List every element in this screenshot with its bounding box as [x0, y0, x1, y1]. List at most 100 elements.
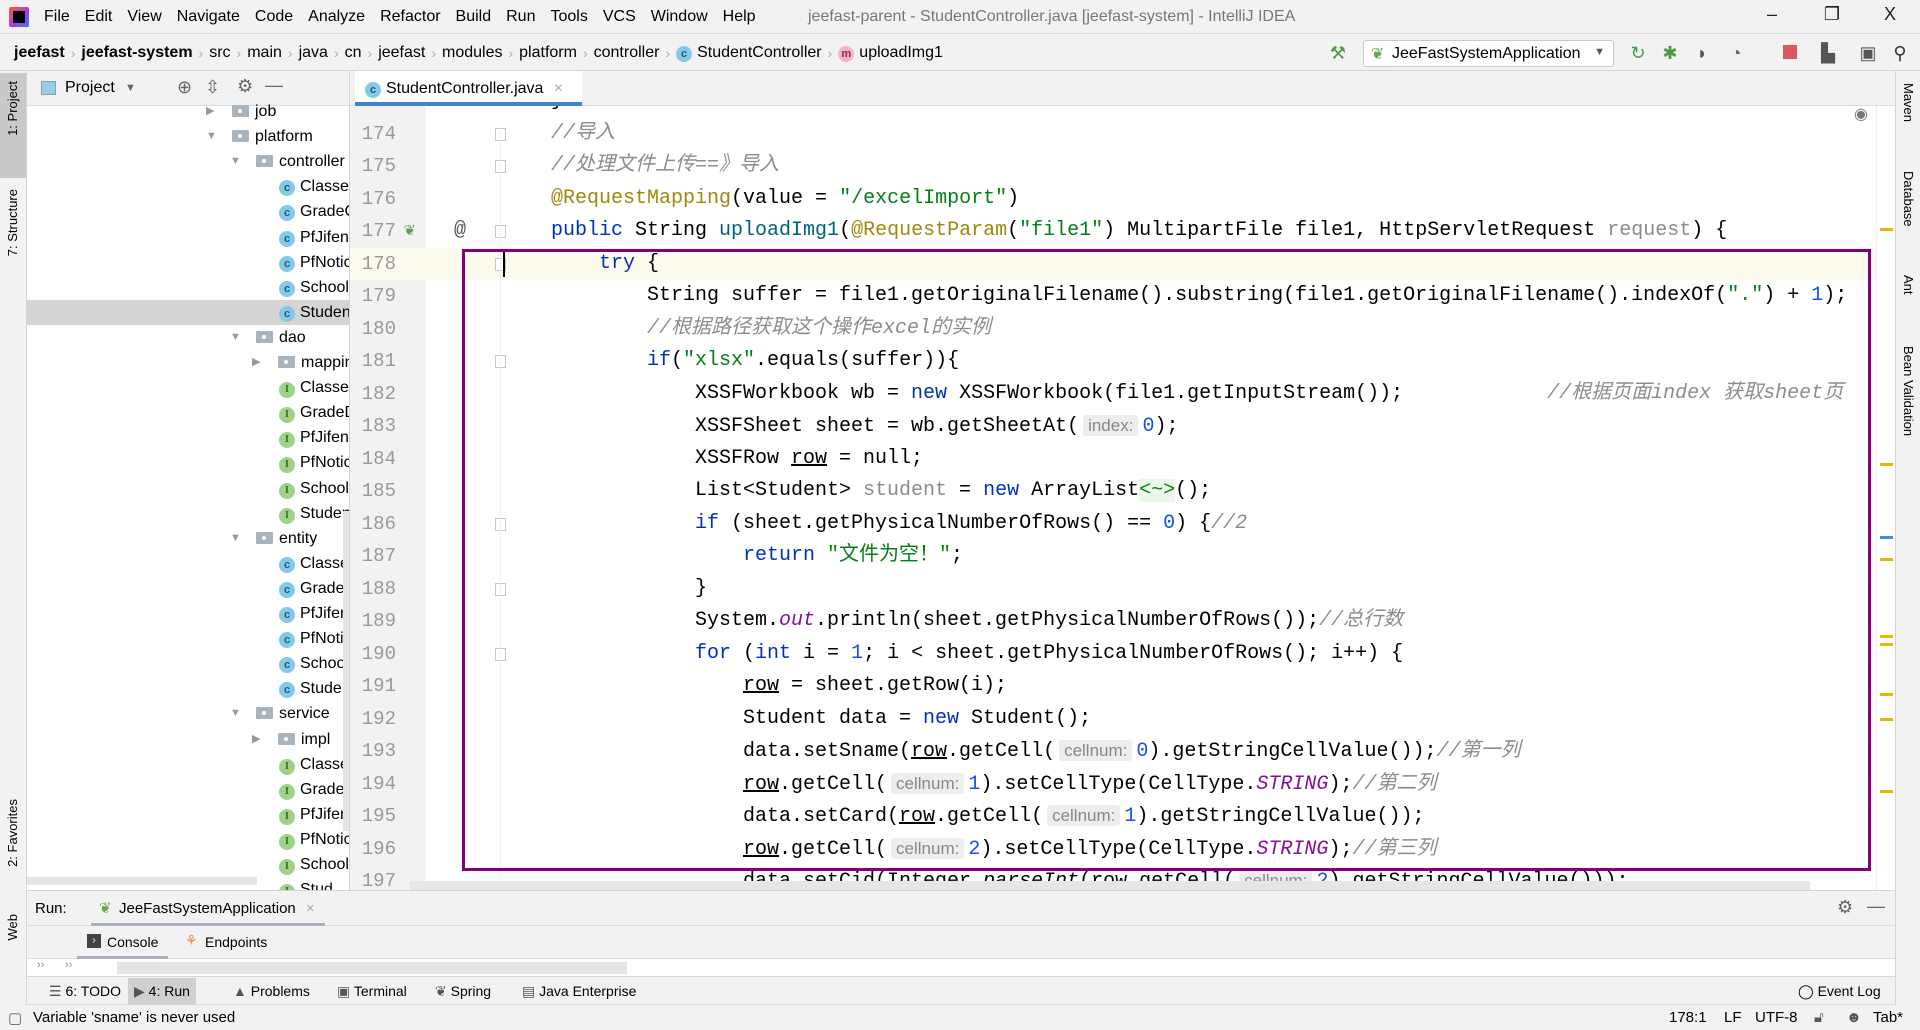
code-line[interactable]: 186 if (sheet.getPhysicalNumberOfRows() =… [350, 508, 1876, 541]
endpoints-tab[interactable]: ⚘ Endpoints [177, 926, 277, 959]
gear-icon[interactable]: ⚙ [237, 76, 253, 97]
menu-code[interactable]: Code [255, 8, 293, 26]
debug-icon[interactable]: ✱ [1658, 41, 1682, 65]
hide-icon[interactable]: — [1867, 896, 1885, 917]
favorites-tool-button[interactable]: 2: Favorites [5, 799, 20, 867]
indent-setting[interactable]: Tab* [1873, 1009, 1903, 1026]
breadcrumb-item[interactable]: jeefast [14, 44, 65, 62]
console-tab[interactable]: › Console [77, 926, 169, 959]
editor-hscrollbar[interactable] [410, 881, 1810, 890]
code-line[interactable]: 179 String suffer = file1.getOriginalFile… [350, 280, 1876, 313]
code-line[interactable]: 194 row.getCell(cellnum: 1).setCellType(Ce… [350, 768, 1876, 801]
code-line[interactable]: 189 System.out.println(sheet.getPhysicalN… [350, 605, 1876, 638]
tree-item[interactable]: ▶ mappin [27, 350, 349, 375]
web-tool-button[interactable]: Web [5, 914, 20, 941]
tool-tab-java-enterprise[interactable]: ▤ Java Enterprise [516, 978, 642, 1005]
code-line[interactable]: 173} [350, 106, 1876, 118]
tree-item[interactable]: I PfNotic [27, 827, 349, 852]
code-line[interactable]: 176 @RequestMapping(value = "/excelImport… [350, 183, 1876, 216]
coverage-icon[interactable]: ◗ [1690, 41, 1714, 65]
tree-item[interactable]: c PfJifen [27, 601, 349, 626]
project-structure-icon[interactable]: ▙ [1816, 41, 1840, 65]
tree-item[interactable]: ▼ service [27, 701, 349, 726]
code-line[interactable]: 190 for (int i = 1; i < sheet.getPhysical… [350, 638, 1876, 671]
console-scrollbar[interactable] [117, 962, 627, 974]
minimize-button[interactable]: – [1752, 4, 1792, 25]
close-tab-icon[interactable]: × [554, 80, 563, 97]
close-button[interactable]: X [1870, 4, 1910, 25]
code-line[interactable]: 196 row.getCell(cellnum: 2).setCellType(Ce… [350, 833, 1876, 866]
tree-item[interactable]: ▼ dao [27, 325, 349, 350]
tree-item[interactable]: cClasses [27, 551, 349, 576]
structure-tool-button[interactable]: 7: Structure [5, 189, 20, 256]
override-icon[interactable]: @ [454, 215, 466, 248]
breadcrumb-item[interactable]: cn [345, 44, 362, 62]
code-line[interactable]: 192 Student data = new Student(); [350, 703, 1876, 736]
tree-item[interactable]: c GradeC [27, 199, 349, 224]
expanded-arrow-icon[interactable]: ▼ [230, 325, 241, 350]
reader-mode-icon[interactable]: ◉ [1854, 106, 1868, 124]
code-line[interactable]: 184 XSSFRow row = null; [350, 443, 1876, 476]
expanded-arrow-icon[interactable]: ▼ [230, 526, 241, 551]
spring-bean-icon[interactable]: ❦ [404, 215, 415, 248]
tool-tab-problems[interactable]: ▲ Problems [227, 978, 316, 1005]
stop-icon[interactable] [1778, 41, 1802, 65]
tree-item[interactable]: c Studen [27, 676, 349, 701]
locate-icon[interactable]: ⊕ [177, 77, 192, 98]
maven-tool-button[interactable]: Maven [1901, 83, 1916, 122]
rerun-icon[interactable]: ↻ [1626, 41, 1650, 65]
tree-item[interactable]: ▼ platform [27, 124, 349, 149]
menu-tools[interactable]: Tools [550, 8, 587, 26]
breadcrumb-item[interactable]: jeefast-system [81, 44, 192, 62]
code-line[interactable]: 178 try { [350, 247, 1876, 281]
code-line[interactable]: 185 List<Student> student = new ArrayList… [350, 475, 1876, 508]
restore-button[interactable]: ❐ [1812, 4, 1852, 25]
run-tab[interactable]: ❦ JeeFastSystemApplication × [91, 891, 325, 927]
event-log-button[interactable]: ◯ Event Log [1792, 978, 1887, 1005]
ant-tool-button[interactable]: Ant [1901, 275, 1916, 295]
error-stripe[interactable] [1876, 106, 1895, 890]
chevron-down-icon[interactable]: ▼ [125, 82, 136, 94]
tool-tab-spring[interactable]: ❦ Spring [429, 978, 497, 1005]
tree-item[interactable]: cClasses [27, 174, 349, 199]
code-line[interactable]: 177 ❦ @ public String uploadImg1(@RequestPa… [350, 215, 1876, 248]
line-separator[interactable]: LF [1724, 1009, 1742, 1026]
breadcrumb-item[interactable]: platform [519, 44, 577, 62]
close-tab-icon[interactable]: × [306, 900, 315, 917]
project-hscrollbar[interactable] [27, 877, 257, 885]
breadcrumb-item[interactable]: java [299, 44, 328, 62]
code-line[interactable]: 191 row = sheet.getRow(i); [350, 670, 1876, 703]
breadcrumb-item[interactable]: modules [442, 44, 502, 62]
terminal-icon[interactable]: ▣ [1856, 41, 1880, 65]
tab-student-controller[interactable]: c StudentController.java × [355, 71, 582, 106]
code-line[interactable]: 195 data.setCard(row.getCell(cellnum: 1).g… [350, 800, 1876, 833]
expanded-arrow-icon[interactable]: ▼ [230, 149, 241, 174]
database-tool-button[interactable]: Database [1901, 171, 1916, 227]
tree-item[interactable]: ▼ controller [27, 149, 349, 174]
tree-item[interactable]: I GradeD [27, 400, 349, 425]
menu-analyze[interactable]: Analyze [308, 8, 365, 26]
menu-run[interactable]: Run [506, 8, 535, 26]
breadcrumb-item[interactable]: m uploadImg1 [838, 44, 943, 62]
inspector-icon[interactable]: ☻ [1846, 1009, 1862, 1026]
menu-view[interactable]: View [127, 8, 161, 26]
code-line[interactable]: 180 //根据路径获取这个操作excel的实例 [350, 313, 1876, 346]
hide-icon[interactable]: — [265, 75, 283, 96]
run-config-dropdown[interactable]: ❦ JeeFastSystemApplication ▼ [1363, 40, 1614, 67]
menu-vcs[interactable]: VCS [603, 8, 636, 26]
breadcrumb-item[interactable]: c StudentController [676, 44, 822, 62]
breadcrumb-item[interactable]: controller [594, 44, 660, 62]
tree-item[interactable]: ▼ entity [27, 526, 349, 551]
hammer-icon[interactable]: ⚒ [1326, 41, 1350, 65]
tree-item[interactable]: I PfJifenI [27, 425, 349, 450]
lock-icon[interactable]: 🔓︎ [1814, 1009, 1824, 1026]
expanded-arrow-icon[interactable]: ▼ [230, 701, 241, 726]
code-line[interactable]: 187 return "文件为空！"; [350, 540, 1876, 573]
tree-item[interactable]: c PfJifen [27, 225, 349, 250]
expanded-arrow-icon[interactable]: ▼ [206, 124, 217, 149]
tree-item[interactable]: c School [27, 275, 349, 300]
tree-item[interactable]: c Grade [27, 576, 349, 601]
project-scrollbar[interactable] [343, 511, 349, 831]
code-line[interactable]: 193 data.setSname(row.getCell(cellnum: 0).… [350, 735, 1876, 768]
collapsed-arrow-icon[interactable]: ▶ [206, 99, 214, 124]
